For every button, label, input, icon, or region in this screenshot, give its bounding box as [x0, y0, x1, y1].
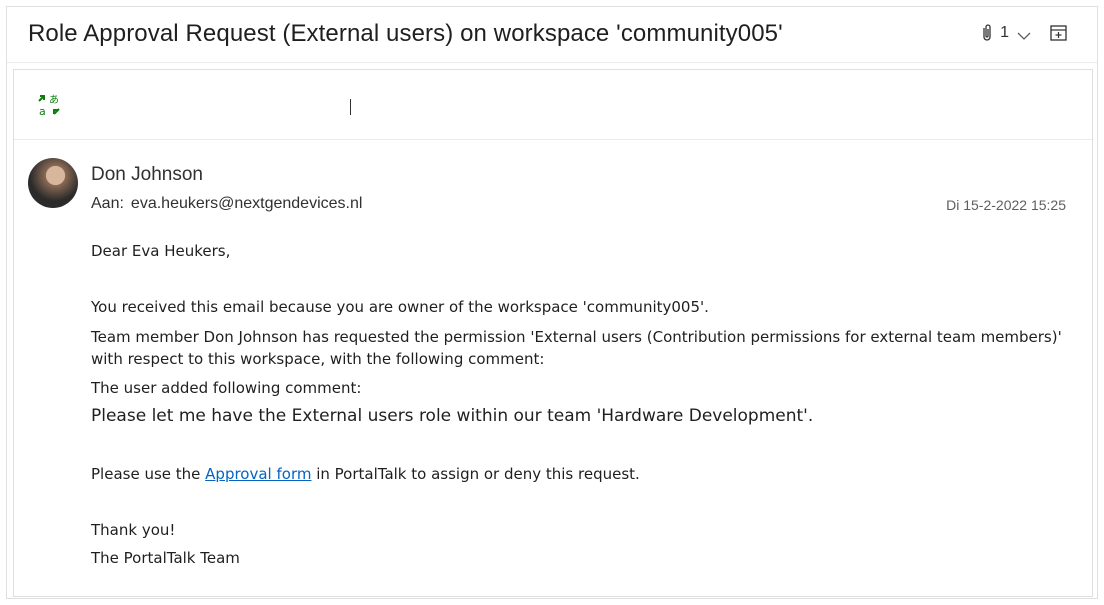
svg-text:a: a — [39, 105, 46, 118]
instruction: Please use the Approval form in PortalTa… — [91, 463, 640, 485]
attachment-count[interactable]: 1 — [1000, 24, 1009, 42]
email-subject: Role Approval Request (External users) o… — [28, 20, 783, 47]
thanks: Thank you! — [91, 521, 176, 539]
paragraph-1: You received this email because you are … — [91, 298, 709, 316]
to-label: Aan: — [91, 195, 124, 212]
message-card: あ a Don Johnson Aan: eva.heukers@nextgend… — [13, 69, 1093, 597]
approval-form-link[interactable]: Approval form — [205, 465, 311, 483]
recipient-line: Aan: eva.heukers@nextgendevices.nl — [91, 195, 362, 213]
translate-icon[interactable]: あ a — [36, 92, 62, 118]
sent-date: Di 15-2-2022 15:25 — [946, 197, 1066, 213]
svg-text:あ: あ — [49, 94, 59, 106]
message-header: Role Approval Request (External users) o… — [7, 7, 1097, 63]
open-in-new-window-icon[interactable] — [1049, 23, 1069, 43]
sender-name[interactable]: Don Johnson — [91, 164, 203, 186]
recipient-address[interactable]: eva.heukers@nextgendevices.nl — [131, 195, 363, 212]
translate-bar: あ a — [14, 70, 1092, 140]
avatar[interactable] — [28, 158, 78, 208]
instruction-prefix: Please use the — [91, 465, 206, 483]
reading-pane: Role Approval Request (External users) o… — [6, 6, 1098, 599]
user-comment: Please let me have the External users ro… — [91, 406, 814, 426]
greeting: Dear Eva Heukers, — [91, 242, 231, 260]
paragraph-2-line-1: Team member Don Johnson has requested th… — [91, 328, 1062, 346]
signature: The PortalTalk Team — [91, 549, 240, 567]
instruction-suffix: in PortalTalk to assign or deny this req… — [311, 465, 640, 483]
paragraph-2-line-2: with respect to this workspace, with the… — [91, 350, 545, 368]
header-tools: 1 — [980, 23, 1069, 43]
chevron-down-icon[interactable] — [1017, 28, 1031, 40]
comment-intro: The user added following comment: — [91, 379, 362, 397]
paperclip-icon[interactable] — [980, 23, 994, 43]
text-cursor — [350, 99, 351, 115]
